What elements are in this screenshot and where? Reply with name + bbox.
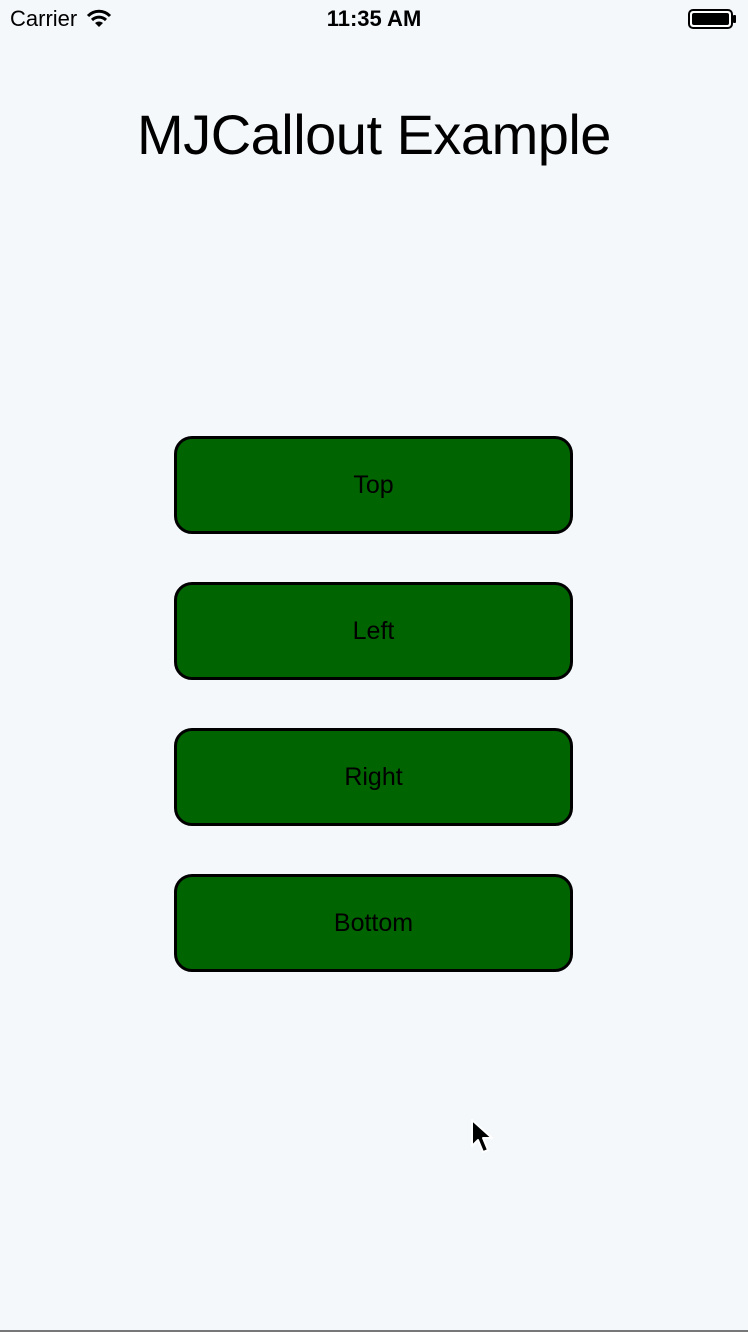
status-bar: Carrier 11:35 AM (0, 0, 748, 40)
right-button[interactable]: Right (174, 728, 573, 826)
left-button[interactable]: Left (174, 582, 573, 680)
pointer-arrow-icon (471, 1119, 493, 1153)
top-button[interactable]: Top (174, 436, 573, 534)
callout-button-list: Top Left Right Bottom (174, 436, 573, 972)
status-time: 11:35 AM (326, 6, 422, 31)
battery-icon (688, 9, 736, 29)
page-title: MJCallout Example (137, 102, 611, 166)
bottom-button[interactable]: Bottom (174, 874, 573, 972)
